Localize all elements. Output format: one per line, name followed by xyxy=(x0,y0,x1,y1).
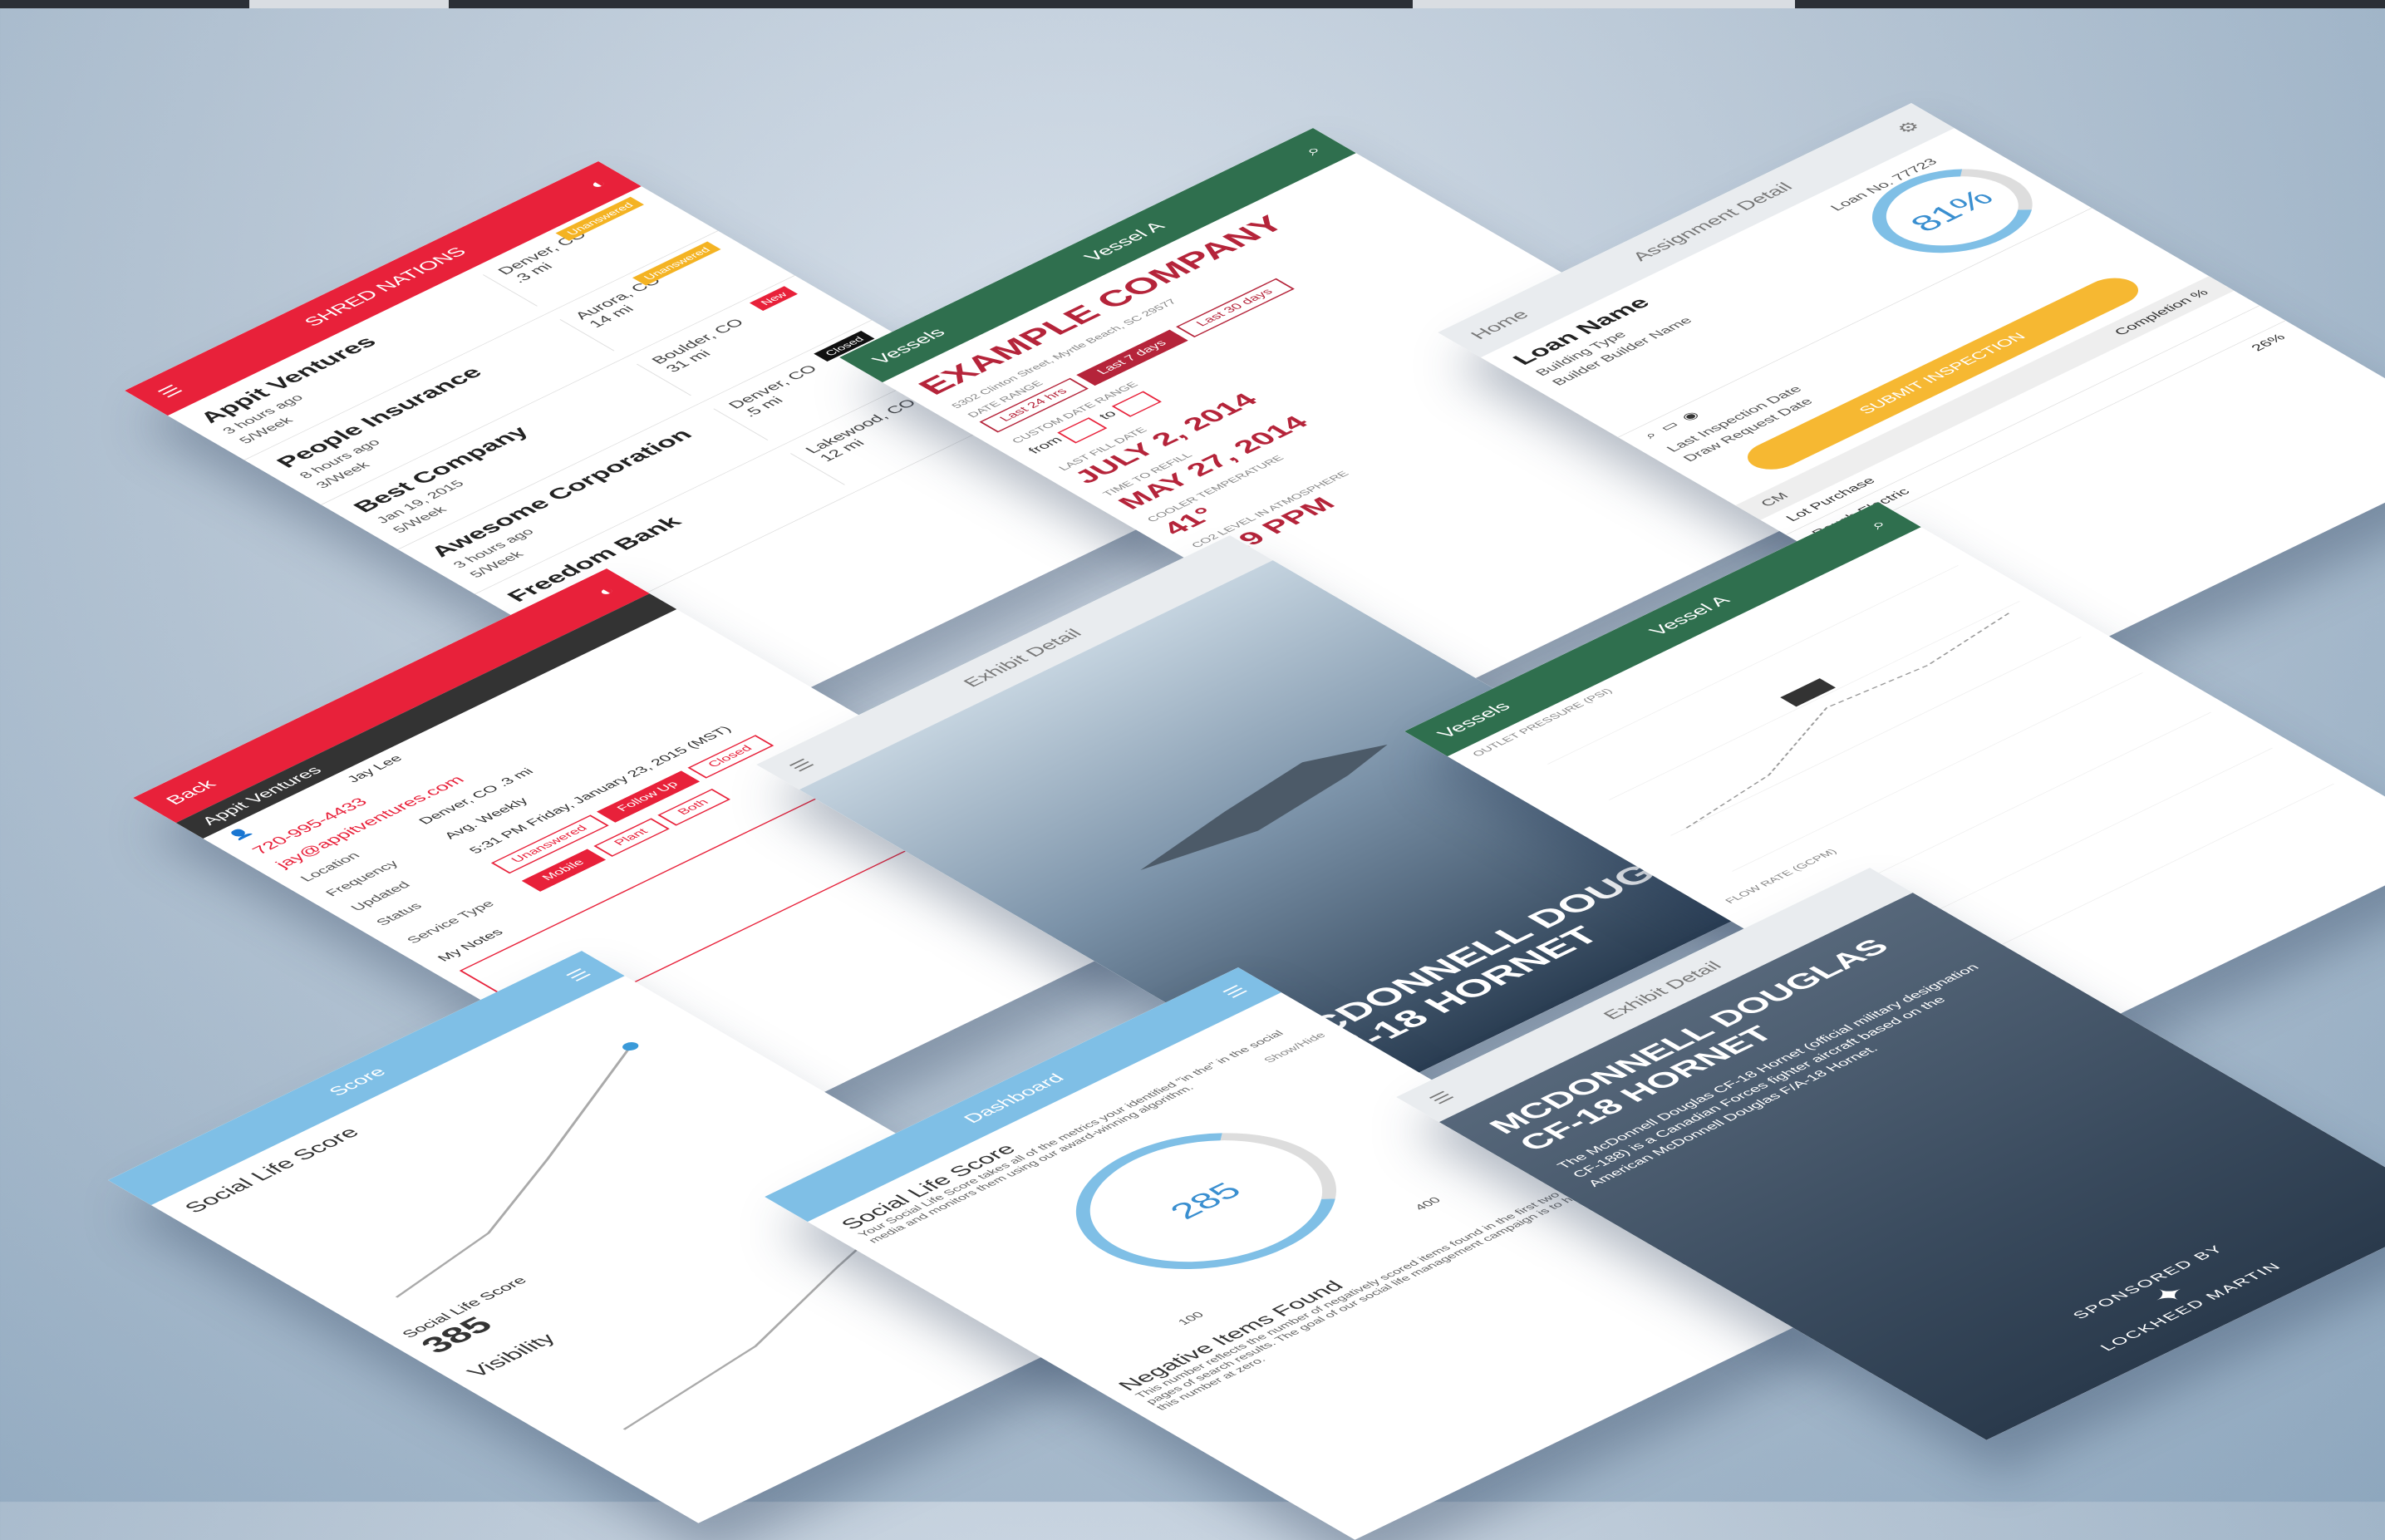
search-icon[interactable]: ⌕ xyxy=(1640,430,1661,441)
jet-image xyxy=(1113,731,1421,886)
toggle-icon[interactable]: ◐ xyxy=(593,583,621,599)
folder-icon[interactable]: ▭ xyxy=(1656,419,1683,433)
camera-icon[interactable]: ◉ xyxy=(1678,410,1703,423)
gauge-value: 285 xyxy=(1162,1178,1251,1224)
star-logo-icon: ✦ xyxy=(2142,1280,2198,1310)
sponsor-label: SPONSORED BY xyxy=(2069,1242,2229,1321)
sponsor-block: SPONSORED BY ✦ LOCKHEED MARTIN xyxy=(1906,1164,2385,1426)
progress-value: 81% xyxy=(1901,185,2002,237)
back-button[interactable]: Back xyxy=(162,777,221,808)
job-list: Appit Ventures 3 hours ago 5/Week Denver… xyxy=(167,186,1026,639)
mockup-stage: ☰ SHRED NATIONS ◐ Appit Ventures 3 hours… xyxy=(0,0,2385,1540)
builder-name: Builder Builder Name xyxy=(1548,315,1696,388)
